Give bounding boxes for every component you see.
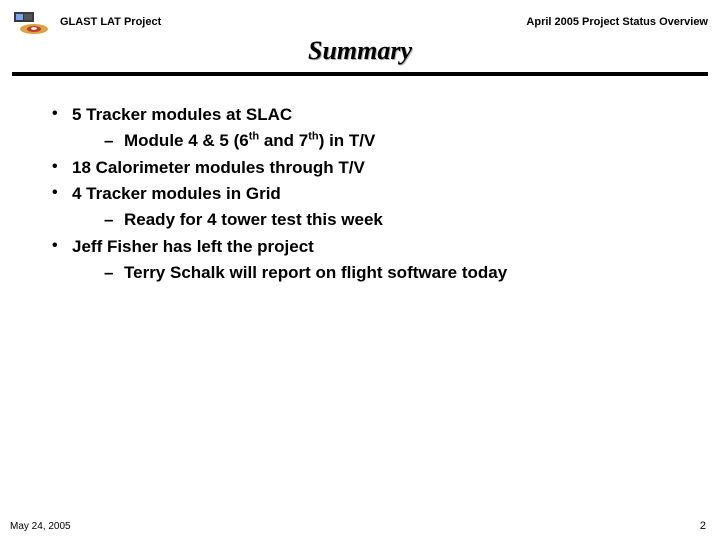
- bullet-text: Ready for 4 tower test this week: [124, 210, 383, 229]
- bullet-text: 5 Tracker modules at SLAC: [72, 105, 292, 124]
- bullet-list: 5 Tracker modules at SLAC Module 4 & 5 (…: [46, 102, 690, 286]
- header-left: GLAST LAT Project: [12, 8, 161, 36]
- ordinal-sup: th: [249, 131, 259, 143]
- bullet-text: 4 Tracker modules in Grid: [72, 184, 281, 203]
- bullet-text: Module 4 & 5 (6: [124, 131, 249, 150]
- project-name: GLAST LAT Project: [60, 16, 161, 28]
- bullet-3a: Ready for 4 tower test this week: [72, 207, 690, 233]
- bullet-4a: Terry Schalk will report on flight softw…: [72, 260, 690, 286]
- bullet-text: ) in T/V: [319, 131, 376, 150]
- header-bar: GLAST LAT Project April 2005 Project Sta…: [0, 0, 720, 38]
- content-area: 5 Tracker modules at SLAC Module 4 & 5 (…: [0, 76, 720, 286]
- footer-date: May 24, 2005: [10, 521, 71, 532]
- bullet-2: 18 Calorimeter modules through T/V: [46, 155, 690, 181]
- glast-logo-icon: [12, 8, 52, 36]
- bullet-3: 4 Tracker modules in Grid Ready for 4 to…: [46, 181, 690, 234]
- bullet-1a: Module 4 & 5 (6th and 7th) in T/V: [72, 128, 690, 154]
- bullet-text: Jeff Fisher has left the project: [72, 237, 314, 256]
- ordinal-sup: th: [308, 131, 318, 143]
- slide-title: Summary: [0, 36, 720, 66]
- bullet-text: and 7: [259, 131, 308, 150]
- slide: GLAST LAT Project April 2005 Project Sta…: [0, 0, 720, 540]
- bullet-text: Terry Schalk will report on flight softw…: [124, 263, 507, 282]
- bullet-text: 18 Calorimeter modules through T/V: [72, 158, 365, 177]
- status-title: April 2005 Project Status Overview: [526, 16, 708, 28]
- footer-page-number: 2: [700, 520, 706, 532]
- bullet-4: Jeff Fisher has left the project Terry S…: [46, 234, 690, 287]
- bullet-1: 5 Tracker modules at SLAC Module 4 & 5 (…: [46, 102, 690, 155]
